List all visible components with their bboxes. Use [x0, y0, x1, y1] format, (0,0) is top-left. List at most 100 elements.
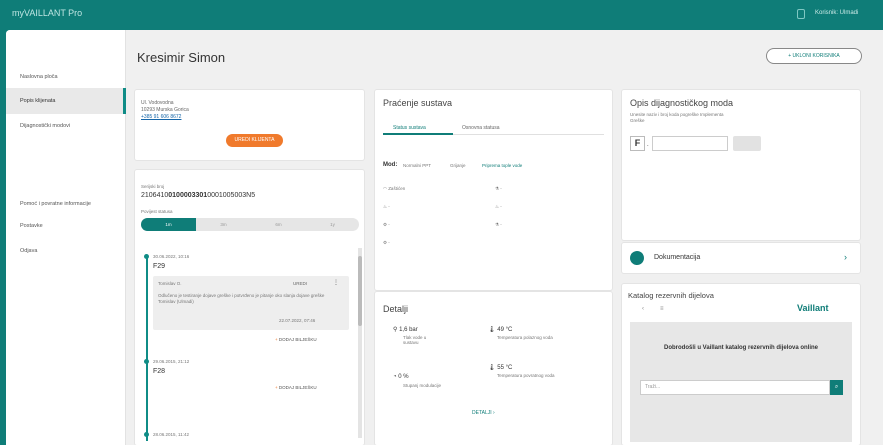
note-text: Odlučeno je testiranje dojave greške i p… [158, 293, 325, 304]
status-value: - [388, 204, 390, 209]
device-history-card: Serijski broj 21064100100003301000100500… [135, 170, 364, 445]
mode-label: Mod: [383, 162, 398, 168]
mode-hot-water: Priprema tople vode [482, 163, 523, 168]
modulation-label: Stupanj modulacije [403, 383, 442, 388]
note-edit-tag[interactable]: UREDI [293, 281, 307, 286]
sidebar: Naslovna ploča Popis klijenata Dijagnost… [6, 30, 126, 445]
modulation-value: ◔ 0 % [393, 374, 409, 380]
system-monitoring-card: Praćenje sustava Status sustava Osnovna … [375, 90, 612, 290]
tab-active-underline [383, 133, 453, 135]
chevron-right-icon: › [493, 410, 495, 416]
note-box: Tomislav O. UREDI ⋮ Odlučeno je testiran… [153, 276, 349, 330]
return-temp-number: 55 °C [497, 365, 513, 371]
sidebar-item-clients[interactable]: Popis klijenata [20, 98, 55, 104]
details-card: Detalji ⚲ 1,6 bar Tlak vode u sustavu 🌡 … [375, 292, 612, 445]
diag-dot: . [647, 142, 649, 148]
vaillant-logo: Vaillant [797, 303, 829, 313]
diag-prefix: F [630, 136, 645, 151]
monitoring-title: Praćenje sustava [383, 98, 453, 108]
status-value: - [500, 204, 502, 209]
documentation-card[interactable]: Dokumentacija › [622, 243, 860, 273]
timeline-line [146, 256, 148, 441]
menu-icon[interactable]: ≡ [660, 306, 664, 312]
status-value: - [500, 186, 502, 191]
details-link-label: DETALJI [472, 410, 492, 416]
status-value: - [500, 222, 502, 227]
customer-card: Ul. Vodovodna 10293 Murska Gorica +385 9… [135, 90, 364, 160]
add-note-label: DODAJ BILJEŠKU [278, 385, 317, 390]
flow-temp-number: 49 °C [497, 327, 513, 333]
segment-3m[interactable]: 3m [196, 218, 251, 231]
status-row: ◠ Zaštićen [383, 186, 406, 191]
status-row: ⚗ - [495, 186, 502, 191]
user-label[interactable]: Korisnik: Ulmadi [815, 10, 858, 16]
modulation-number: 0 % [398, 374, 409, 380]
serial-label: Serijski broj [141, 184, 165, 189]
device-icon[interactable] [797, 9, 805, 19]
add-note-label: DODAJ BILJEŠKU [278, 337, 317, 342]
mode-normal: Normalni PPT [403, 163, 432, 168]
sidebar-item-dashboard[interactable]: Naslovna ploča [20, 74, 58, 80]
status-value: - [388, 240, 390, 245]
page-title: Kresimir Simon [137, 50, 226, 65]
timeline-dot [144, 254, 149, 259]
edit-client-button[interactable]: UREDI KLIJENTA [226, 134, 283, 147]
scrollbar-thumb[interactable] [358, 256, 362, 326]
customer-street: Ul. Vodovodna [141, 100, 174, 106]
status-row: ♨ - [495, 204, 502, 209]
more-icon[interactable]: ⋮ [333, 279, 339, 286]
catalog-title: Katalog rezervnih dijelova [628, 291, 714, 300]
status-row: ⚗ - [495, 222, 502, 227]
search-icon[interactable]: ⌕ [830, 380, 843, 395]
segment-1m[interactable]: 1m [141, 218, 196, 231]
segment-1y[interactable]: 1y [306, 218, 359, 231]
serial-bold: 0100003301 [168, 192, 208, 199]
timeline-dot [144, 432, 149, 437]
event-code: F29 [153, 263, 166, 270]
chevron-left-icon[interactable]: ‹ [642, 306, 644, 312]
sidebar-item-logout[interactable]: Odjava [20, 248, 37, 254]
customer-phone-link[interactable]: +385 91 606 8672 [141, 114, 181, 120]
note-date: 22.07.2022, 07:46 [279, 318, 316, 323]
documentation-label: Dokumentacija [654, 254, 701, 261]
add-note-button-2[interactable]: + DODAJ BILJEŠKU [275, 385, 317, 390]
event-code: F28 [153, 368, 166, 375]
serial-prefix: 2106410 [141, 192, 169, 199]
event-date: 30.06.2022, 10:16 [153, 254, 190, 259]
segment-6m[interactable]: 6m [251, 218, 306, 231]
status-history-label: Povijest statusa [141, 209, 173, 214]
status-row: ⚙ - [383, 222, 390, 227]
document-icon [630, 251, 644, 265]
diag-title: Opis dijagnostičkog moda [630, 98, 734, 108]
serial-suffix: 0001005003N5 [207, 192, 256, 199]
tab-system-status[interactable]: Status sustava [393, 125, 426, 131]
app-title: myVAILLANT Pro [12, 8, 83, 18]
chevron-right-icon: › [844, 252, 847, 262]
diag-submit-button[interactable] [733, 136, 761, 151]
add-note-button-1[interactable]: + DODAJ BILJEŠKU [275, 337, 317, 342]
app-shell: Naslovna ploča Popis klijenata Dijagnost… [6, 30, 883, 445]
diag-hint: Unesite naziv i broj koda pogreške Imple… [630, 112, 724, 123]
diag-code-input[interactable] [652, 136, 728, 151]
details-link[interactable]: DETALJI › [472, 410, 495, 416]
sidebar-item-settings[interactable]: Postavke [20, 223, 43, 229]
event-date: 28.06.2015, 11:42 [153, 432, 189, 437]
sidebar-item-help[interactable]: Pomoć i povratne informacije [20, 201, 91, 207]
details-title: Detalji [383, 304, 409, 314]
return-temp-value: 🌡 55 °C [488, 365, 513, 371]
status-row: ⚙ - [383, 240, 390, 245]
spare-parts-catalog-card: Katalog rezervnih dijelova ‹ ≡ Vaillant … [622, 284, 860, 445]
catalog-search-input[interactable]: Traži... [640, 380, 830, 395]
sidebar-item-diagnostics[interactable]: Dijagnostički modovi [20, 123, 70, 129]
status-row: ♨ - [383, 204, 390, 209]
tab-basic-status[interactable]: Osnovna statusa [462, 125, 500, 131]
catalog-panel: Dobrodošli u Vaillant katalog rezervnih … [630, 322, 852, 442]
flow-temp-value: 🌡 49 °C [488, 327, 513, 333]
timeline-dot [144, 359, 149, 364]
status-value: - [388, 222, 390, 227]
flow-temp-label: Temperatura polaznog voda [497, 335, 553, 340]
main-content: Kresimir Simon + UKLONI KORISNIKA Ul. Vo… [126, 30, 883, 445]
remove-user-button[interactable]: + UKLONI KORISNIKA [766, 48, 862, 64]
mode-heating: Grijanje [450, 163, 466, 168]
diagnostic-card: Opis dijagnostičkog moda Unesite naziv i… [622, 90, 860, 240]
